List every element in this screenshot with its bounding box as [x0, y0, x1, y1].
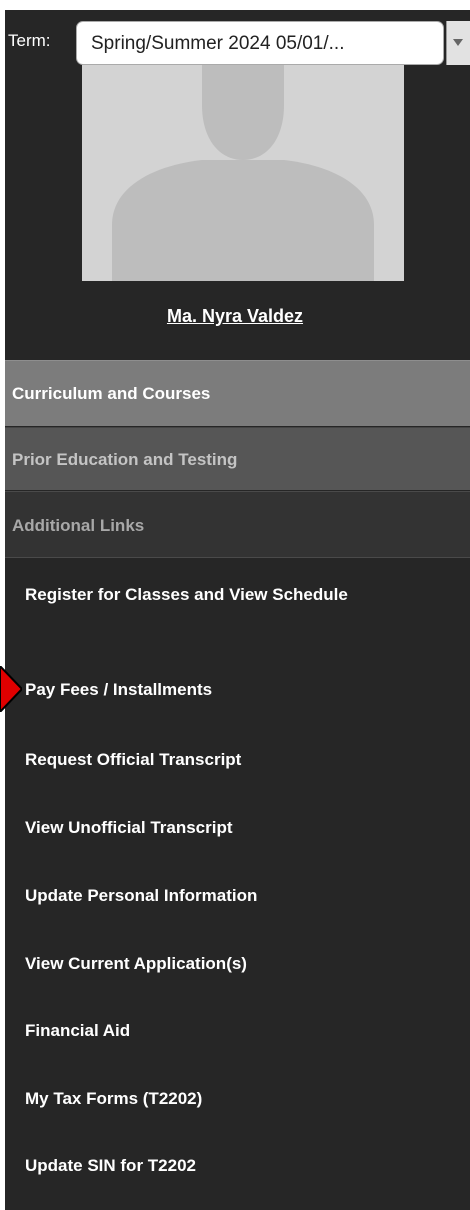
section-curriculum-and-courses[interactable]: Curriculum and Courses	[5, 360, 470, 426]
person-silhouette-icon	[82, 65, 404, 281]
link-pay-fees[interactable]: Pay Fees / Installments	[25, 679, 445, 700]
link-update-personal-information[interactable]: Update Personal Information	[25, 885, 445, 906]
red-arrow-icon	[0, 666, 22, 712]
link-my-tax-forms[interactable]: My Tax Forms (T2202)	[25, 1088, 445, 1109]
profile-name-link[interactable]: Ma. Nyra Valdez	[0, 306, 470, 327]
link-view-current-applications[interactable]: View Current Application(s)	[25, 953, 445, 974]
avatar	[82, 65, 404, 281]
link-request-official-transcript[interactable]: Request Official Transcript	[25, 749, 445, 770]
term-label: Term:	[8, 31, 51, 50]
link-register-for-classes[interactable]: Register for Classes and View Schedule	[25, 584, 445, 605]
section-prior-education-and-testing[interactable]: Prior Education and Testing	[5, 427, 470, 490]
term-select[interactable]: Spring/Summer 2024 05/01/...	[76, 21, 444, 65]
link-update-sin[interactable]: Update SIN for T2202	[25, 1155, 445, 1176]
link-view-unofficial-transcript[interactable]: View Unofficial Transcript	[25, 817, 445, 838]
section-additional-links[interactable]: Additional Links	[5, 491, 470, 558]
chevron-down-icon	[453, 39, 463, 46]
term-dropdown-button[interactable]	[446, 21, 470, 65]
link-financial-aid[interactable]: Financial Aid	[25, 1020, 445, 1041]
top-strip	[0, 0, 470, 10]
